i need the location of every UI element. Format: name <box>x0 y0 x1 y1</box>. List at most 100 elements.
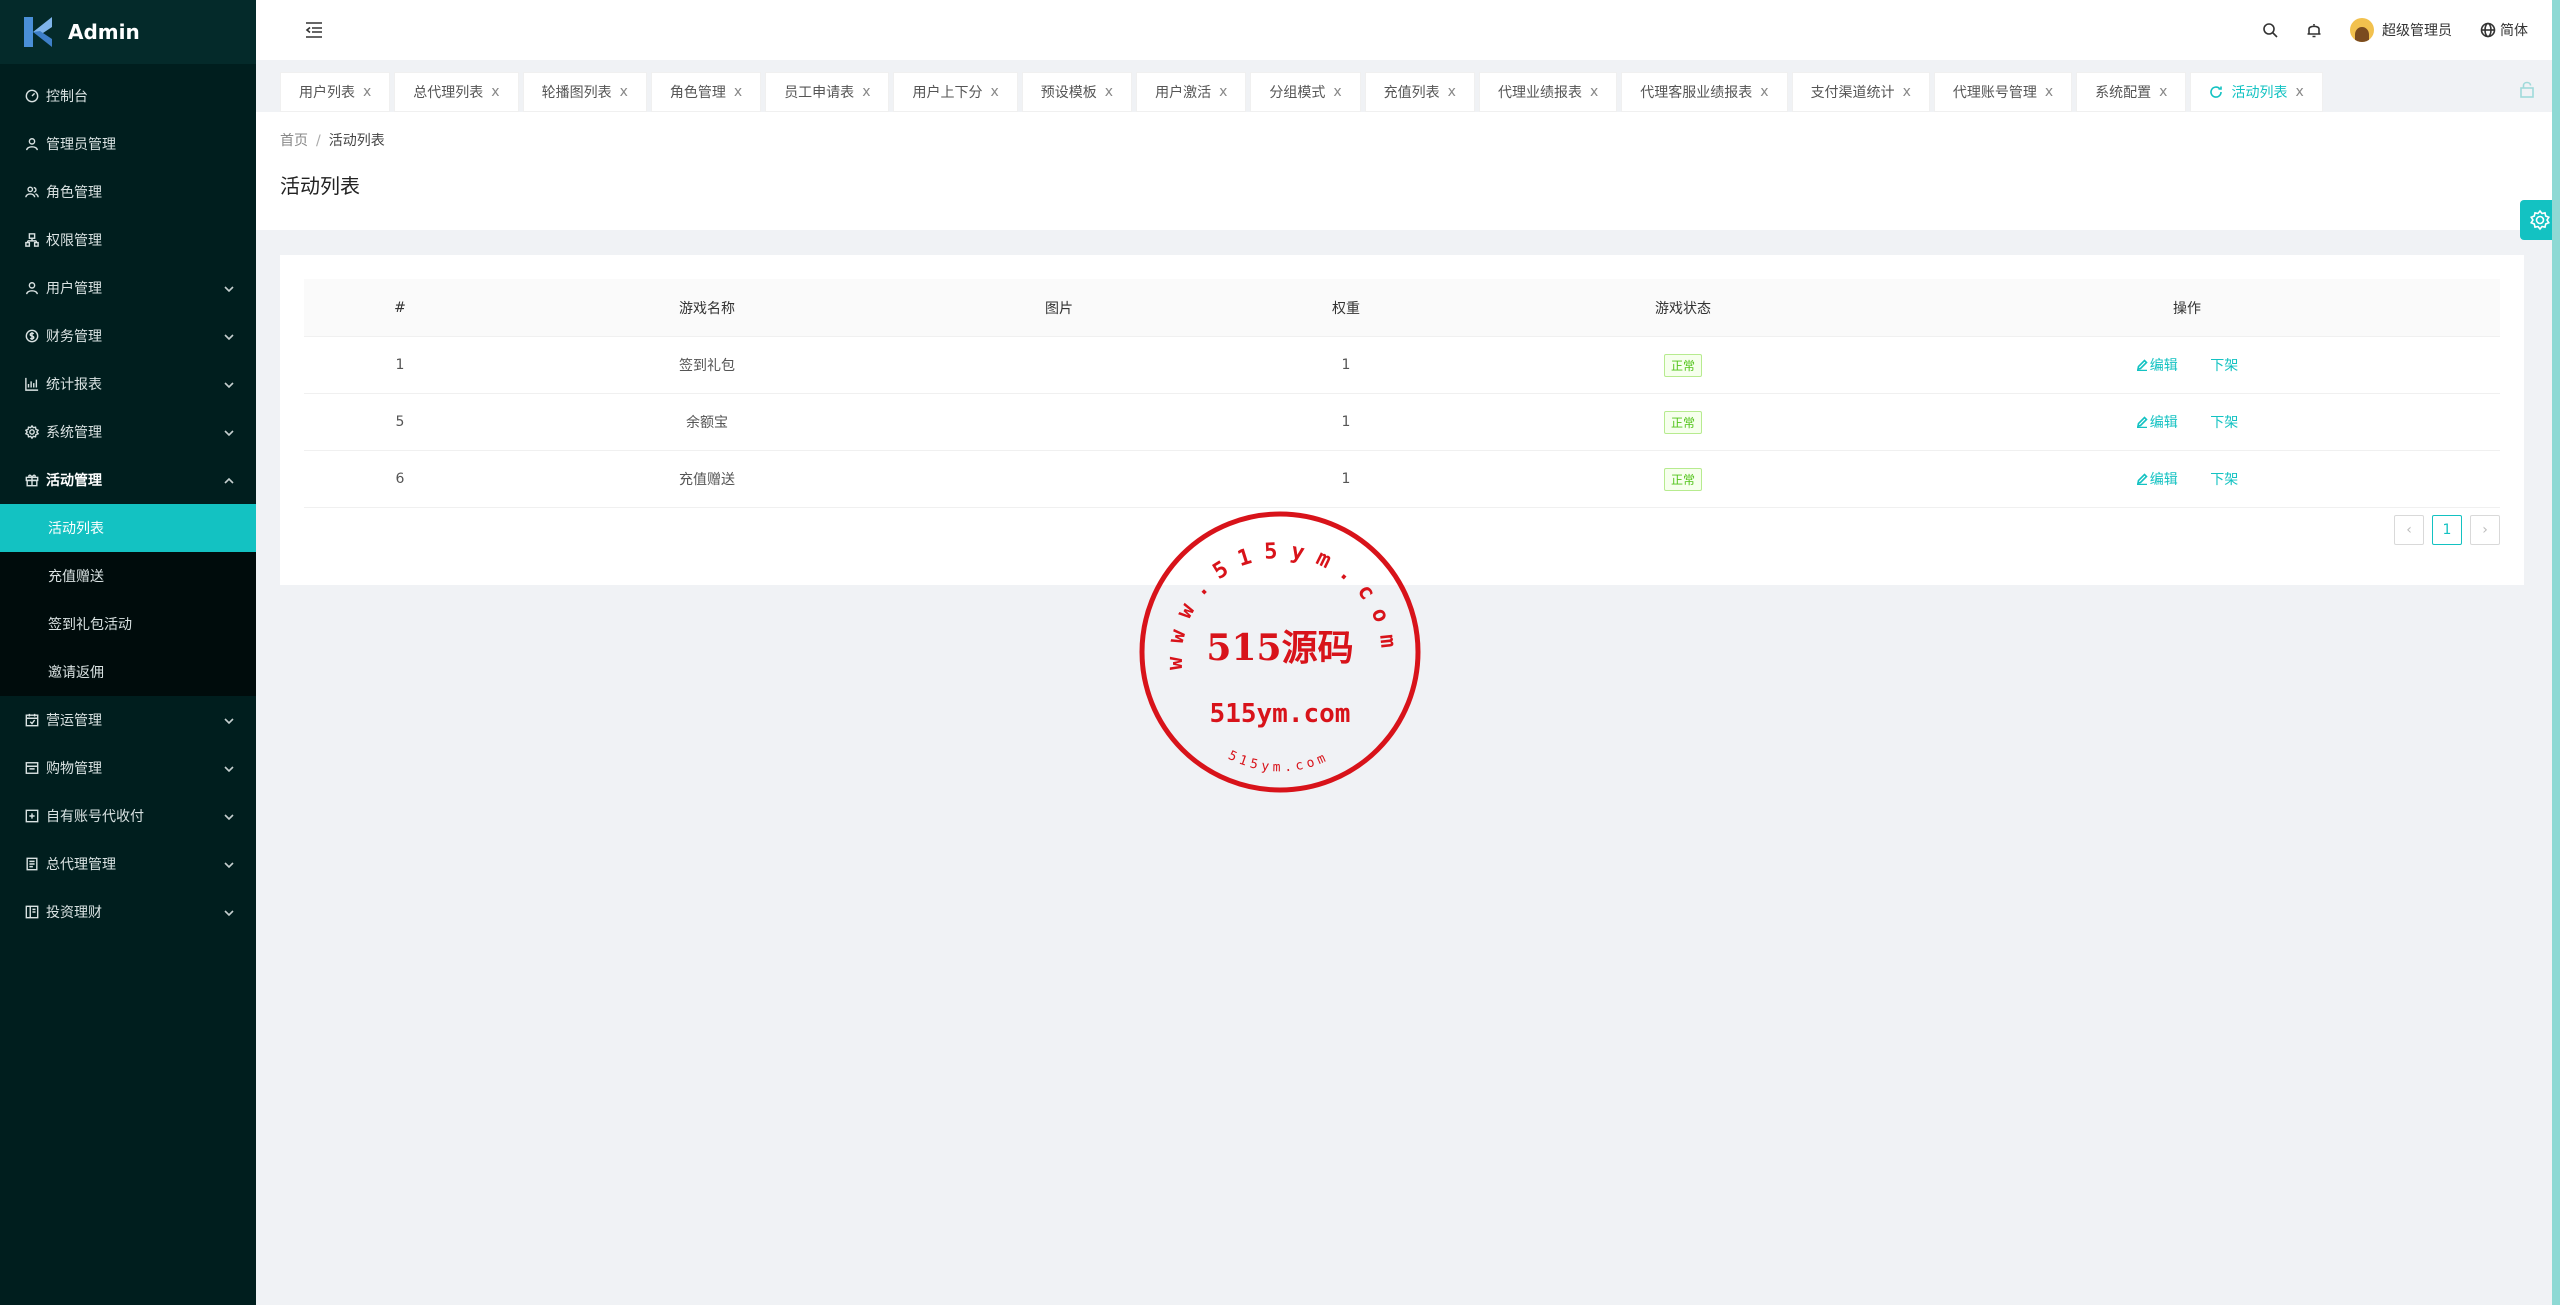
cell-image <box>918 393 1200 451</box>
close-icon[interactable]: x <box>2159 84 2167 100</box>
sidebar-item-general-agents[interactable]: 总代理管理 <box>0 840 256 888</box>
edit-button[interactable]: 编辑 <box>2136 415 2178 431</box>
sidebar-item-permissions[interactable]: 权限管理 <box>0 216 256 264</box>
sidebar-subitem-activity-list[interactable]: 活动列表 <box>0 504 256 552</box>
edit-label: 编辑 <box>2149 415 2178 431</box>
user-menu[interactable]: 超级管理员 <box>2350 18 2452 42</box>
tab-staff-applications[interactable]: 员工申请表 x <box>765 72 890 112</box>
sidebar-item-operations[interactable]: 营运管理 <box>0 696 256 744</box>
sidebar-item-shopping[interactable]: 购物管理 <box>0 744 256 792</box>
close-icon[interactable]: x <box>1448 84 1456 100</box>
tab-user-activation[interactable]: 用户激活 x <box>1136 72 1247 112</box>
sidebar-item-system[interactable]: 系统管理 <box>0 408 256 456</box>
breadcrumb-home[interactable]: 首页 <box>280 133 308 149</box>
tab-recharge-list[interactable]: 充值列表 x <box>1364 72 1475 112</box>
tab-label: 轮播图列表 <box>541 85 612 101</box>
table-header-row: # 游戏名称 图片 权重 游戏状态 操作 <box>304 279 2500 337</box>
close-icon[interactable]: x <box>1333 84 1341 100</box>
pagination-next[interactable]: › <box>2470 515 2500 545</box>
username: 超级管理员 <box>2382 23 2452 39</box>
gift-icon <box>24 472 40 488</box>
sidebar-item-admins[interactable]: 管理员管理 <box>0 120 256 168</box>
sidebar-item-roles[interactable]: 角色管理 <box>0 168 256 216</box>
close-icon[interactable]: x <box>620 84 628 100</box>
sidebar-item-finance[interactable]: 财务管理 <box>0 312 256 360</box>
sidebar-subitem-checkin-gift[interactable]: 签到礼包活动 <box>0 600 256 648</box>
search-icon[interactable] <box>2262 22 2278 38</box>
pagination-page[interactable]: 1 <box>2432 515 2462 545</box>
logo[interactable]: Admin <box>0 0 256 64</box>
close-icon[interactable]: x <box>862 84 870 100</box>
tab-activity-list[interactable]: 活动列表 x <box>2190 72 2323 112</box>
refresh-icon[interactable] <box>2209 85 2223 99</box>
breadcrumb-separator: / <box>316 133 321 149</box>
tab-payment-channel-stats[interactable]: 支付渠道统计 x <box>1791 72 1930 112</box>
close-icon[interactable]: x <box>1590 84 1598 100</box>
cell-name: 充值赠送 <box>496 450 918 508</box>
offline-button[interactable]: 下架 <box>2210 415 2238 431</box>
tab-system-config[interactable]: 系统配置 x <box>2076 72 2187 112</box>
lock-icon[interactable] <box>2518 80 2536 98</box>
cell-actions: 编辑 下架 <box>1874 450 2500 508</box>
sidebar-item-label: 财务管理 <box>46 329 102 345</box>
tab-role-management[interactable]: 角色管理 x <box>650 72 762 112</box>
tabs-bar: 用户列表 x 总代理列表 x 轮播图列表 x 角色管理 x 员工申请表 x 用户上下分 x … <box>256 60 2560 112</box>
tab-user-points[interactable]: 用户上下分 x <box>893 72 1018 112</box>
sidebar-item-own-accounts[interactable]: 自有账号代收付 <box>0 792 256 840</box>
svg-text:515ym.com: 515ym.com <box>1226 748 1332 775</box>
status-badge: 正常 <box>1663 410 1702 434</box>
tab-user-list[interactable]: 用户列表 x <box>280 72 391 112</box>
close-icon[interactable]: x <box>491 84 499 100</box>
tab-group-mode[interactable]: 分组模式 x <box>1250 72 1361 112</box>
doc-icon <box>24 856 40 872</box>
tab-general-agent-list[interactable]: 总代理列表 x <box>394 72 519 112</box>
close-icon[interactable]: x <box>2045 84 2053 100</box>
scrollbar-edge <box>2552 0 2560 1305</box>
close-icon[interactable]: x <box>1105 84 1113 100</box>
tab-label: 用户列表 <box>299 85 355 101</box>
tab-agent-accounts[interactable]: 代理账号管理 x <box>1933 72 2073 112</box>
chevron-down-icon <box>224 426 236 438</box>
sidebar-item-users[interactable]: 用户管理 <box>0 264 256 312</box>
sidebar-item-reports[interactable]: 统计报表 <box>0 360 256 408</box>
edit-label: 编辑 <box>2149 472 2178 488</box>
offline-button[interactable]: 下架 <box>2210 358 2238 374</box>
table-row: 1 签到礼包 1 正常 编辑 下架 <box>304 336 2500 394</box>
cell-id: 6 <box>304 450 496 508</box>
tab-agent-performance[interactable]: 代理业绩报表 x <box>1478 72 1618 112</box>
sidebar-item-label: 购物管理 <box>46 761 102 777</box>
edit-button[interactable]: 编辑 <box>2136 358 2178 374</box>
sidebar-item-activities[interactable]: 活动管理 <box>0 456 256 504</box>
tab-agent-service-performance[interactable]: 代理客服业绩报表 x <box>1621 72 1788 112</box>
close-icon[interactable]: x <box>363 84 371 100</box>
sidebar-subitem-invite-rebate[interactable]: 邀请返佣 <box>0 648 256 696</box>
language-switch[interactable]: 简体 <box>2480 20 2528 40</box>
cell-weight: 1 <box>1200 393 1492 451</box>
page-title: 活动列表 <box>280 174 360 198</box>
activity-submenu: 活动列表 充值赠送 签到礼包活动 邀请返佣 <box>0 504 256 696</box>
sidebar-subitem-recharge-bonus[interactable]: 充值赠送 <box>0 552 256 600</box>
column-header-weight: 权重 <box>1200 279 1492 337</box>
header-actions: 超级管理员 简体 <box>2234 0 2528 60</box>
close-icon[interactable]: x <box>990 84 998 100</box>
sidebar-item-investment[interactable]: 投资理财 <box>0 888 256 936</box>
edit-icon <box>2136 416 2148 429</box>
close-icon[interactable]: x <box>1219 84 1227 100</box>
edit-button[interactable]: 编辑 <box>2136 472 2178 488</box>
edit-label: 编辑 <box>2149 358 2178 374</box>
bell-icon[interactable] <box>2306 22 2322 38</box>
cell-status: 正常 <box>1492 393 1874 451</box>
tab-carousel-list[interactable]: 轮播图列表 x <box>522 72 647 112</box>
pagination-prev[interactable]: ‹ <box>2394 515 2424 545</box>
sidebar-item-dashboard[interactable]: 控制台 <box>0 72 256 120</box>
language-label: 简体 <box>2500 23 2528 39</box>
close-icon[interactable]: x <box>1903 84 1911 100</box>
offline-button[interactable]: 下架 <box>2210 472 2238 488</box>
close-icon[interactable]: x <box>734 84 742 100</box>
table-row: 6 充值赠送 1 正常 编辑 下架 <box>304 450 2500 508</box>
tab-preset-templates[interactable]: 预设模板 x <box>1021 72 1133 112</box>
close-icon[interactable]: x <box>2295 84 2303 100</box>
close-icon[interactable]: x <box>1760 84 1768 100</box>
sidebar-item-label: 投资理财 <box>46 905 102 921</box>
menu-fold-icon[interactable] <box>304 20 324 40</box>
